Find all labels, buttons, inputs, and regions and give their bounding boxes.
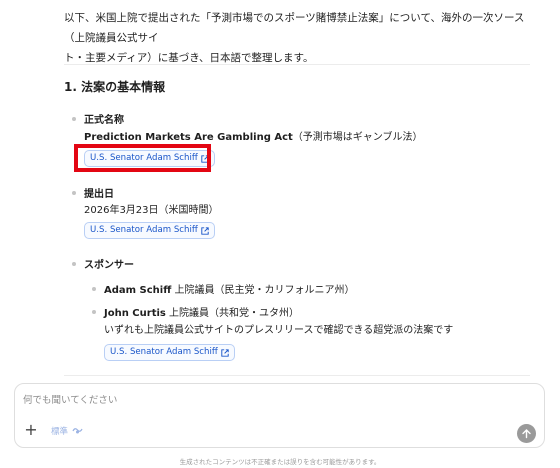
bullet xyxy=(72,117,76,121)
sponsor-1-name: Adam Schiff xyxy=(104,285,172,296)
sponsor-1-detail: 上院議員（民主党・カリフォルニア州） xyxy=(171,285,355,296)
divider xyxy=(64,375,530,376)
intro-line-2: ト・主要メディア）に基づき、日本語で整理します。 xyxy=(64,52,314,64)
intro-paragraph: 以下、米国上院で提出された「予測市場でのスポーツ賭博禁止法案」について、海外の一… xyxy=(64,8,534,68)
sponsors-note: いずれも上院議員公式サイトのプレスリリースで確認できる超党派の法案です xyxy=(104,325,454,336)
source-link-chip[interactable]: U.S. Senator Adam Schiff xyxy=(84,222,215,239)
sponsor-1: Adam Schiff 上院議員（民主党・カリフォルニア州） xyxy=(104,281,355,296)
item-label-official-name: 正式名称 xyxy=(84,115,124,126)
sponsor-2: John Curtis 上院議員（共和党・ユタ州） xyxy=(104,304,299,319)
item-label-sponsors: スポンサー xyxy=(84,260,134,271)
source-link-chip[interactable]: U.S. Senator Adam Schiff xyxy=(104,344,235,361)
disclaimer-text: 生成されたコンテンツは不正確または誤りを含む可能性があります。 xyxy=(179,458,381,466)
mode-selector-button[interactable]: 標準 xyxy=(51,423,83,438)
official-name-value: Prediction Markets Are Gambling Act（予測市場… xyxy=(84,128,422,143)
divider xyxy=(64,64,530,65)
bullet xyxy=(72,262,76,266)
intro-line-1: 以下、米国上院で提出された「予測市場でのスポーツ賭博禁止法案」について、海外の一… xyxy=(64,12,525,44)
sub-bullet xyxy=(92,310,96,314)
section-title: 1. 法案の基本情報 xyxy=(64,80,166,94)
red-highlight-box xyxy=(74,144,211,172)
add-attachment-button[interactable]: + xyxy=(23,422,39,438)
sub-bullet xyxy=(92,287,96,291)
arrow-up-icon xyxy=(522,429,531,439)
mode-label: 標準 xyxy=(51,426,69,437)
official-name-english: Prediction Markets Are Gambling Act xyxy=(84,132,293,143)
source-link-label: U.S. Senator Adam Schiff xyxy=(90,225,198,235)
submission-date: 2026年3月23日（米国時間） xyxy=(84,205,219,216)
message-input[interactable]: 何でも聞いてください xyxy=(23,392,117,406)
chat-composer: 何でも聞いてください + 標準 xyxy=(14,383,545,448)
send-button[interactable] xyxy=(517,424,536,443)
item-label-date: 提出日 xyxy=(84,189,114,200)
source-link-label: U.S. Senator Adam Schiff xyxy=(110,347,218,357)
external-link-icon xyxy=(221,348,229,357)
sponsor-2-name: John Curtis xyxy=(104,308,166,319)
external-link-icon xyxy=(201,226,209,235)
sponsor-2-detail: 上院議員（共和党・ユタ州） xyxy=(165,308,300,319)
mode-icon xyxy=(72,428,83,434)
official-name-japanese: （予測市場はギャンブル法） xyxy=(292,132,423,143)
bullet xyxy=(72,191,76,195)
